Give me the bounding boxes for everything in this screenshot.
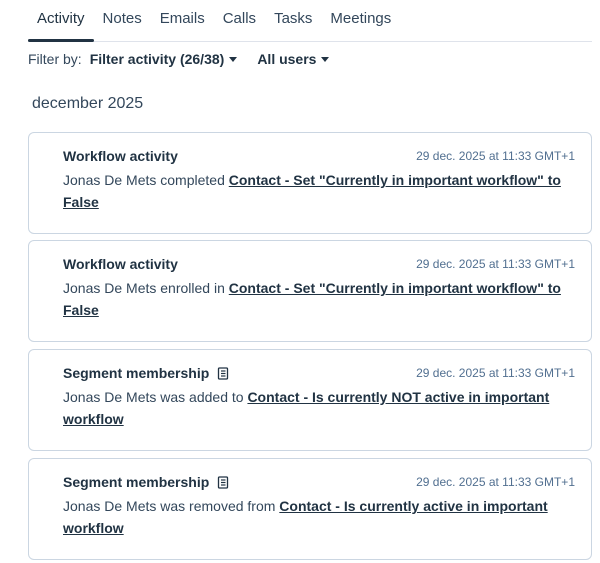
card-timestamp: 29 dec. 2025 at 11:33 GMT+1 [416, 366, 575, 380]
filter-activity-label: Filter activity (26/38) [89, 51, 225, 67]
card-body: Jonas De Mets enrolled in Contact - Set … [63, 280, 561, 318]
card-body: Jonas De Mets was removed from Contact -… [63, 498, 548, 536]
card-title: Segment membership [63, 365, 229, 381]
activity-card: Segment membership 29 dec. 2025 at 11:33… [28, 458, 592, 560]
card-timestamp: 29 dec. 2025 at 11:33 GMT+1 [416, 257, 575, 271]
card-title: Workflow activity [63, 148, 178, 164]
card-body: Jonas De Mets was added to Contact - Is … [63, 389, 550, 427]
card-timestamp: 29 dec. 2025 at 11:33 GMT+1 [416, 149, 575, 163]
segment-list-icon [218, 366, 229, 380]
card-body: Jonas De Mets completed Contact - Set "C… [63, 172, 561, 210]
filter-bar: Filter by: Filter activity (26/38) All u… [28, 51, 349, 67]
tab-activity[interactable]: Activity [28, 0, 94, 42]
filter-label: Filter by: [28, 51, 82, 67]
activity-tabs: Activity Notes Emails Calls Tasks Meetin… [28, 0, 592, 42]
card-title: Workflow activity [63, 256, 178, 272]
card-timestamp: 29 dec. 2025 at 11:33 GMT+1 [416, 475, 575, 489]
segment-list-icon [218, 475, 229, 489]
tab-calls[interactable]: Calls [214, 0, 265, 41]
card-title: Segment membership [63, 474, 229, 490]
filter-activity-dropdown[interactable]: Filter activity (26/38) [90, 51, 238, 67]
tab-tasks[interactable]: Tasks [265, 0, 321, 41]
users-dropdown-label: All users [257, 51, 317, 67]
activity-card: Workflow activity 29 dec. 2025 at 11:33 … [28, 240, 592, 342]
users-dropdown[interactable]: All users [257, 51, 330, 67]
activity-card: Workflow activity 29 dec. 2025 at 11:33 … [28, 132, 592, 234]
month-heading: december 2025 [32, 95, 144, 112]
caret-down-icon [321, 56, 330, 62]
activity-card: Segment membership 29 dec. 2025 at 11:33… [28, 349, 592, 451]
tab-meetings[interactable]: Meetings [321, 0, 400, 41]
caret-down-icon [229, 56, 238, 62]
tab-notes[interactable]: Notes [94, 0, 151, 41]
tab-emails[interactable]: Emails [151, 0, 214, 41]
